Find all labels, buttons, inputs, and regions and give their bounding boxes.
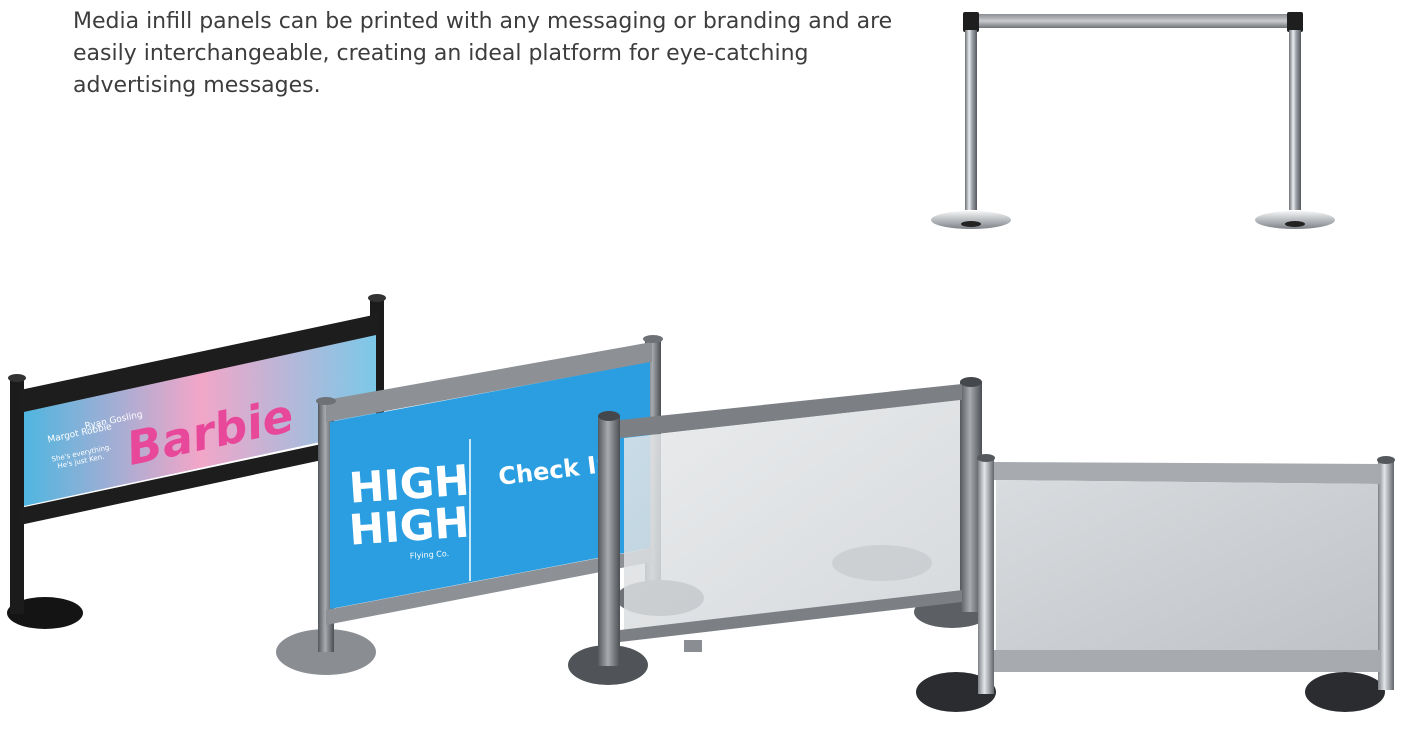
description-text: Media infill panels can be printed with … xyxy=(73,9,893,98)
frosted-panel xyxy=(916,454,1395,712)
media-panels-image: Barbie Margot Robbie Ryan Gosling She's … xyxy=(7,294,1395,712)
clear-panel xyxy=(568,377,990,685)
belt-barrier-image xyxy=(931,12,1335,229)
high-logo-line2: HIGH xyxy=(347,497,471,554)
